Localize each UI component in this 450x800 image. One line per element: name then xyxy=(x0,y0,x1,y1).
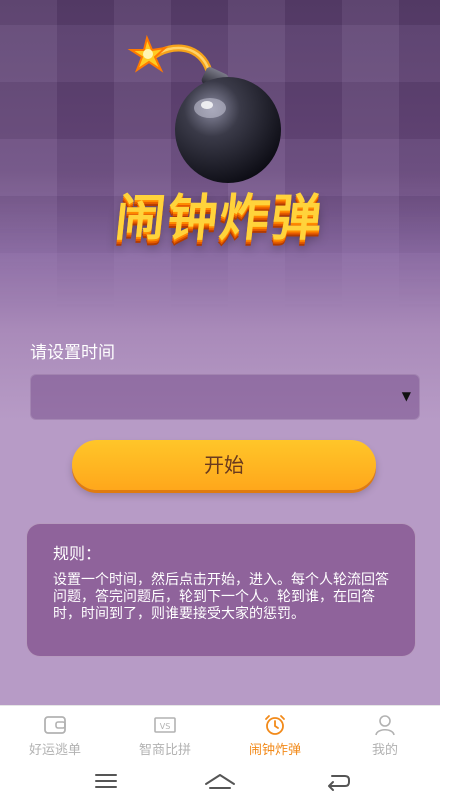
system-navigation-bar xyxy=(0,763,450,800)
tab-mine[interactable]: 我的 xyxy=(330,706,440,764)
time-select[interactable]: ▼ xyxy=(30,374,420,420)
rules-text: 设置一个时间，然后点击开始，进入。每个人轮流回答问题，答完问题后，轮到下一个人。… xyxy=(53,572,389,622)
bomb-icon xyxy=(127,34,281,183)
tab-label: 我的 xyxy=(371,743,398,758)
bottom-tab-bar: 好运逃单 VS 智商比拼 闹钟炸弹 我的 xyxy=(0,705,440,764)
screen-edge xyxy=(440,0,450,763)
dropdown-arrow-icon: ▼ xyxy=(401,389,411,403)
time-label: 请设置时间 xyxy=(30,343,115,363)
tab-label: 好运逃单 xyxy=(28,743,81,758)
back-icon[interactable] xyxy=(318,767,358,795)
svg-text:VS: VS xyxy=(160,722,171,731)
tab-lucky-escape[interactable]: 好运逃单 xyxy=(0,706,110,764)
alarm-clock-icon xyxy=(265,715,285,735)
rules-panel: 规则： 设置一个时间，然后点击开始，进入。每个人轮流回答问题，答完问题后，轮到下… xyxy=(26,523,416,657)
page-title: 闹钟炸弹 xyxy=(112,189,327,247)
bomb-illustration xyxy=(125,30,315,190)
menu-icon[interactable] xyxy=(86,767,126,795)
rules-title: 规则： xyxy=(53,544,102,563)
wallet-icon xyxy=(44,716,66,734)
app-screen: 闹钟炸弹 请设置时间 ▼ 开始 规则： 设置一个时间，然后点击开始，进入。每个人… xyxy=(0,0,440,710)
start-button[interactable]: 开始 xyxy=(72,440,376,490)
tab-alarm-bomb[interactable]: 闹钟炸弹 xyxy=(220,706,330,764)
tab-label: 智商比拼 xyxy=(138,743,191,758)
user-icon xyxy=(375,715,395,736)
tab-iq-battle[interactable]: VS 智商比拼 xyxy=(110,706,220,764)
home-icon[interactable] xyxy=(200,767,240,795)
vs-icon: VS xyxy=(154,717,176,733)
tab-label: 闹钟炸弹 xyxy=(248,743,301,758)
